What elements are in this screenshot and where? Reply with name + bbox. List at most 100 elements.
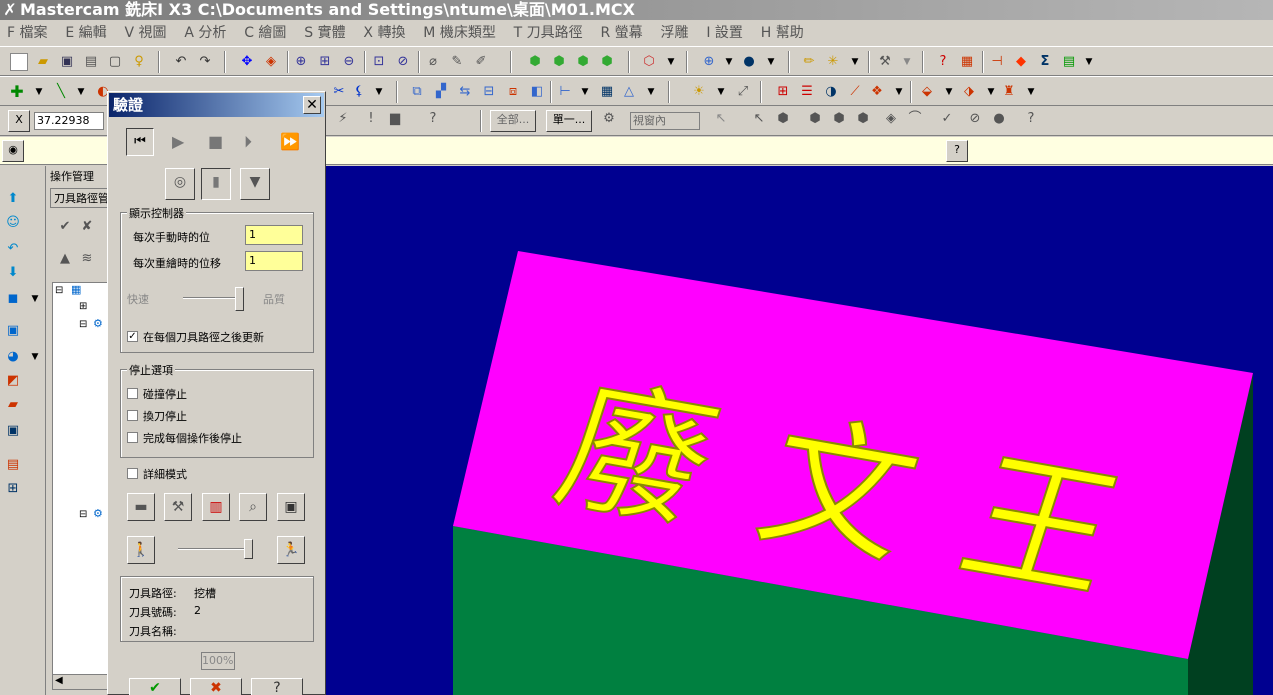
menu-machine-type[interactable]: M 機床類型	[416, 21, 503, 45]
menu-xform[interactable]: X 轉換	[356, 21, 412, 45]
break-icon[interactable]: ⚸	[350, 83, 368, 101]
menu-solids[interactable]: S 實體	[297, 21, 352, 45]
detail-mode-checkbox[interactable]	[127, 468, 138, 479]
shaded-icon[interactable]: ⬢	[574, 53, 592, 71]
analyze-icon[interactable]: ⊣	[988, 53, 1006, 71]
up-arrow-icon[interactable]: ⬆	[4, 190, 22, 208]
pencil-icon[interactable]: ✏	[800, 53, 818, 71]
wave-icon[interactable]: ≋	[78, 250, 96, 268]
tab-toolpath-manager[interactable]: 刀具路徑管	[50, 188, 108, 208]
zoom-out-icon[interactable]: ⊖	[340, 53, 358, 71]
display-tool-icon[interactable]: ◎	[165, 168, 195, 200]
export-icon[interactable]: ▤	[1060, 53, 1078, 71]
tool-icon[interactable]: ▤	[4, 456, 22, 474]
align-icon[interactable]: ⊢	[556, 83, 574, 101]
sweep-icon[interactable]: ⟋	[846, 83, 864, 101]
stop-toolchange-checkbox[interactable]	[127, 410, 138, 421]
trim-icon[interactable]: ✂	[330, 83, 348, 101]
no-select-icon[interactable]: ⊘	[966, 110, 984, 128]
save-icon[interactable]: ▣	[58, 53, 76, 71]
grid-icon[interactable]: ▦	[598, 83, 616, 101]
curve-icon[interactable]: ↶	[4, 240, 22, 258]
update-checkbox[interactable]: ✓	[127, 331, 138, 342]
fit-icon[interactable]: ✥	[238, 53, 256, 71]
tool-settings-icon[interactable]: ⚒	[164, 493, 192, 521]
stop-collision-checkbox[interactable]	[127, 388, 138, 399]
dimension-icon[interactable]: ⤢	[734, 83, 752, 101]
zoom-verify-icon[interactable]: ⌕	[239, 493, 267, 521]
fillet-icon[interactable]: ⬗	[960, 83, 978, 101]
zoom-window-icon[interactable]: ⊕	[292, 53, 310, 71]
chevron-down-icon[interactable]: ▼	[26, 348, 44, 366]
stock-icon[interactable]: ▬	[127, 493, 155, 521]
xform-offset-icon[interactable]: ⧈	[504, 83, 522, 101]
arc-select-icon[interactable]: ⌒	[906, 110, 924, 128]
select-all-button[interactable]: 全部...	[490, 110, 536, 132]
shell-icon[interactable]: ⬙	[918, 83, 936, 101]
draft-icon[interactable]: ♜	[1000, 83, 1018, 101]
chevron-down-icon[interactable]: ▼	[662, 53, 680, 71]
line-icon[interactable]: ╲	[52, 83, 70, 101]
xform-mirror-icon[interactable]: ▞	[432, 83, 450, 101]
shaded-outline-icon[interactable]: ⬢	[598, 53, 616, 71]
person-icon[interactable]: ☺	[4, 214, 22, 232]
view-grid-icon[interactable]: ⊞	[4, 480, 22, 498]
redraw-input[interactable]: 1	[245, 251, 303, 271]
pointer-icon[interactable]: ↖	[712, 110, 730, 128]
tree-expand-icon[interactable]: ⊟	[55, 285, 63, 296]
xform-rotate-icon[interactable]: ⇆	[456, 83, 474, 101]
cube-select-icon[interactable]: ⬢	[774, 110, 792, 128]
tool-clear-icon[interactable]: ⌀	[424, 53, 442, 71]
chevron-down-icon[interactable]: ▼	[72, 83, 90, 101]
modify-icon[interactable]: ✳	[824, 53, 842, 71]
run-fast-icon[interactable]: 🏃	[277, 536, 305, 564]
menu-view[interactable]: V 視圖	[117, 21, 173, 45]
chevron-down-icon[interactable]: ▼	[576, 83, 594, 101]
chevron-down-icon[interactable]: ▼	[890, 83, 908, 101]
lock-icon[interactable]: ◉	[2, 140, 24, 162]
hint-icon[interactable]: ♀	[130, 53, 148, 71]
warning-icon[interactable]: !	[362, 110, 380, 128]
tree-expand-icon[interactable]: ⊟	[79, 509, 87, 520]
stop-each-op-checkbox[interactable]	[127, 432, 138, 443]
display-holder-icon[interactable]: ▮	[201, 168, 231, 200]
chevron-down-icon[interactable]: ▼	[30, 83, 48, 101]
rewind-button[interactable]: ⏮	[126, 128, 154, 156]
sum-icon[interactable]: Σ	[1036, 53, 1054, 71]
undo-icon[interactable]: ↶	[172, 53, 190, 71]
point-icon[interactable]: ✚	[8, 83, 26, 101]
step-input[interactable]: 1	[245, 225, 303, 245]
extrude-icon[interactable]: ◩	[4, 372, 22, 390]
fast-forward-icon[interactable]: ⏩	[280, 132, 300, 151]
menu-art[interactable]: 浮雕	[654, 21, 696, 45]
ok-button[interactable]: ✔	[129, 678, 181, 695]
save-stl-icon[interactable]: ▣	[277, 493, 305, 521]
selection-mode-select[interactable]: 視窗內	[630, 112, 700, 130]
select-help-icon[interactable]: ?	[1022, 110, 1040, 128]
chevron-down-icon[interactable]: ▼	[1022, 83, 1040, 101]
revolve-icon[interactable]: ◑	[822, 83, 840, 101]
sphere-surface-icon[interactable]: ◕	[4, 348, 22, 366]
help-icon[interactable]: ?	[424, 110, 442, 128]
solid-select-icon[interactable]: ⬢	[806, 110, 824, 128]
new-file-icon[interactable]	[10, 53, 28, 71]
menu-analyze[interactable]: A 分析	[177, 21, 233, 45]
menu-settings[interactable]: I 設置	[699, 21, 750, 45]
box-icon[interactable]: ▣	[4, 322, 22, 340]
chevron-down-icon[interactable]: ▼	[898, 53, 916, 71]
triangle-icon[interactable]: △	[620, 83, 638, 101]
tree-expand-icon[interactable]: ⊞	[79, 301, 87, 312]
layers-icon[interactable]: ▦	[958, 53, 976, 71]
xform-scale-icon[interactable]: ⊟	[480, 83, 498, 101]
body-select-icon[interactable]: ⬢	[854, 110, 872, 128]
menu-screen[interactable]: R 螢幕	[594, 21, 650, 45]
cancel-button[interactable]: ✖	[190, 678, 242, 695]
zoom-target-icon[interactable]: ⊞	[316, 53, 334, 71]
play-icon[interactable]: ▶	[172, 132, 184, 151]
chevron-down-icon[interactable]: ▼	[1080, 53, 1098, 71]
step-icon[interactable]: ⏵	[244, 132, 252, 152]
graphics-viewport[interactable]: 廢文王	[325, 166, 1273, 695]
lock-ops-icon[interactable]: ▲	[56, 250, 74, 268]
speed-quality-slider[interactable]	[235, 287, 244, 311]
stop-icon[interactable]: ■	[208, 132, 223, 151]
